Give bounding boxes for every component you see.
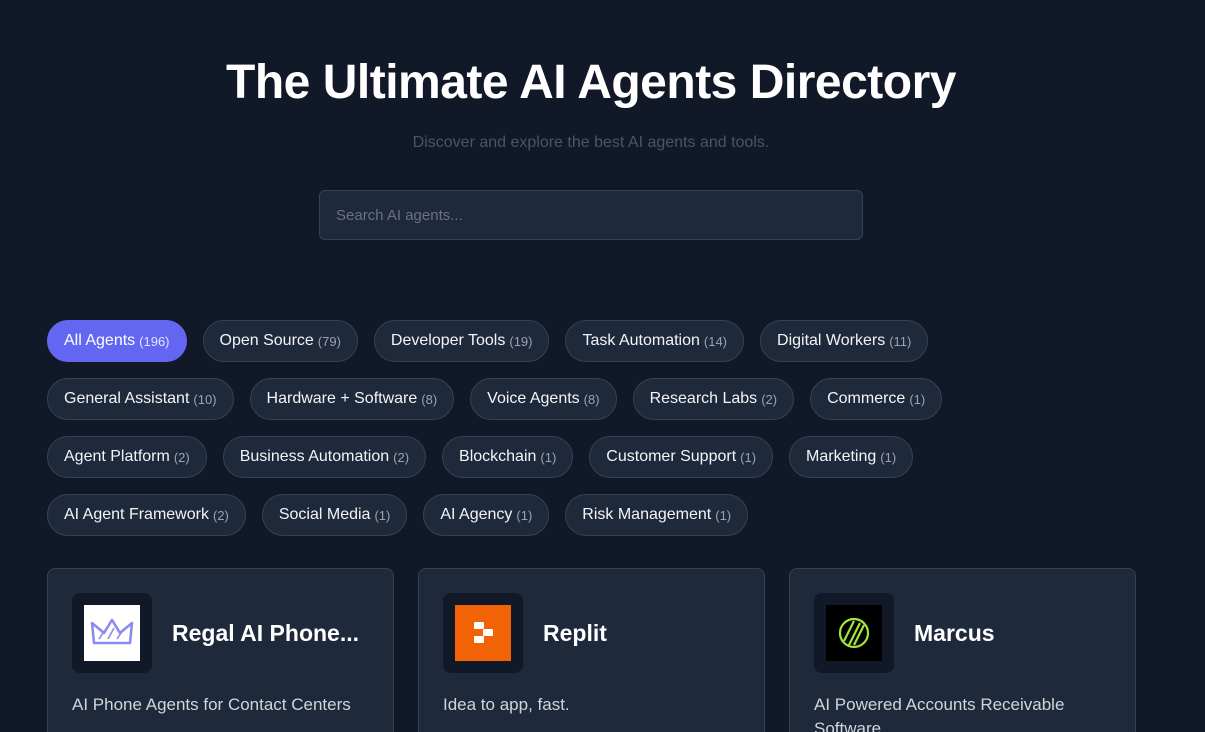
chip-count: (2) xyxy=(393,449,410,465)
agent-name: Regal AI Phone... xyxy=(172,619,360,646)
category-chip-developer-tools[interactable]: Developer Tools (19) xyxy=(373,320,550,362)
agent-name: Replit xyxy=(543,619,607,646)
chip-label: Hardware + Software xyxy=(266,390,418,407)
chip-count: (8) xyxy=(583,391,600,407)
chip-count: (2) xyxy=(761,391,778,407)
agent-description: AI Powered Accounts Receivable Software xyxy=(814,695,1065,732)
chip-label: Customer Support xyxy=(606,448,737,465)
agent-cards: Regal AI Phone... AI Phone Agents for Co… xyxy=(47,568,1136,732)
chip-label: Developer Tools xyxy=(390,332,506,349)
category-chip-ai-agent-framework[interactable]: AI Agent Framework (2) xyxy=(47,494,246,536)
card-header: Marcus xyxy=(814,593,1111,673)
chip-label: Risk Management xyxy=(582,506,712,523)
category-row: General Assistant (10) Hardware + Softwar… xyxy=(47,378,1147,420)
chip-label: Social Media xyxy=(278,506,371,523)
chip-label: AI Agent Framework xyxy=(64,506,209,523)
category-chip-open-source[interactable]: Open Source (79) xyxy=(202,320,358,362)
chip-label: Business Automation xyxy=(239,448,390,465)
card-header: Regal AI Phone... xyxy=(72,593,369,673)
search-input[interactable] xyxy=(319,190,863,240)
chip-label: Digital Workers xyxy=(777,332,886,349)
chip-count: (19) xyxy=(509,333,533,349)
category-row: AI Agent Framework (2) Social Media (1) AI… xyxy=(47,494,1147,536)
category-chip-marketing[interactable]: Marketing (1) xyxy=(789,436,914,478)
replit-logo-icon xyxy=(455,605,511,661)
category-row: All Agents (196) Open Source (79) Develope… xyxy=(47,320,1147,362)
category-chip-agent-platform[interactable]: Agent Platform (2) xyxy=(47,436,207,478)
chip-count: (79) xyxy=(317,333,341,349)
category-chip-all-agents[interactable]: All Agents (196) xyxy=(47,320,187,362)
agent-logo xyxy=(72,593,152,673)
agent-card-regal[interactable]: Regal AI Phone... AI Phone Agents for Co… xyxy=(47,568,394,732)
page-subtitle: Discover and explore the best AI agents … xyxy=(412,134,770,151)
chip-count: (1) xyxy=(516,507,533,523)
chip-count: (196) xyxy=(139,333,170,349)
chip-label: All Agents xyxy=(64,332,136,349)
agent-name: Marcus xyxy=(914,619,995,646)
chip-count: (1) xyxy=(880,449,897,465)
category-chip-digital-workers[interactable]: Digital Workers (11) xyxy=(760,320,929,362)
category-chip-social-media[interactable]: Social Media (1) xyxy=(261,494,408,536)
marcus-logo-icon xyxy=(826,605,882,661)
crown-icon xyxy=(84,605,140,661)
page-title: The Ultimate AI Agents Directory xyxy=(226,56,956,109)
category-chip-business-automation[interactable]: Business Automation (2) xyxy=(222,436,427,478)
chip-count: (11) xyxy=(889,333,912,349)
chip-label: AI Agency xyxy=(440,506,513,523)
chip-count: (1) xyxy=(540,449,557,465)
chip-count: (10) xyxy=(193,391,217,407)
chip-label: Open Source xyxy=(219,332,314,349)
chip-count: (1) xyxy=(374,507,391,523)
chip-count: (14) xyxy=(703,333,728,349)
chip-label: Agent Platform xyxy=(64,448,170,465)
chip-label: Task Automation xyxy=(582,332,700,349)
category-filters: All Agents (196) Open Source (79) Develope… xyxy=(47,320,1147,552)
chip-count: (1) xyxy=(715,507,732,523)
category-chip-customer-support[interactable]: Customer Support (1) xyxy=(589,436,774,478)
category-row: Agent Platform (2) Business Automation (2)… xyxy=(47,436,1147,478)
agent-description: Idea to app, fast. xyxy=(443,695,570,714)
chip-label: Voice Agents xyxy=(487,390,580,407)
category-chip-general-assistant[interactable]: General Assistant (10) xyxy=(47,378,234,420)
chip-count: (2) xyxy=(173,449,190,465)
category-chip-voice-agents[interactable]: Voice Agents (8) xyxy=(470,378,617,420)
agent-logo xyxy=(443,593,523,673)
category-chip-task-automation[interactable]: Task Automation (14) xyxy=(565,320,745,362)
agent-card-replit[interactable]: Replit Idea to app, fast. xyxy=(418,568,765,732)
card-header: Replit xyxy=(443,593,740,673)
chip-count: (2) xyxy=(212,507,229,523)
chip-label: Commerce xyxy=(827,390,906,407)
chip-count: (1) xyxy=(909,391,926,407)
category-chip-risk-management[interactable]: Risk Management (1) xyxy=(565,494,749,536)
category-chip-commerce[interactable]: Commerce (1) xyxy=(810,378,943,420)
agent-description: AI Phone Agents for Contact Centers xyxy=(72,695,351,714)
chip-label: General Assistant xyxy=(64,390,190,407)
category-chip-ai-agency[interactable]: AI Agency (1) xyxy=(423,494,550,536)
chip-label: Marketing xyxy=(806,448,877,465)
chip-label: Blockchain xyxy=(459,448,537,465)
chip-label: Research Labs xyxy=(649,390,758,407)
agent-logo xyxy=(814,593,894,673)
directory-page: The Ultimate AI Agents Directory Discove… xyxy=(0,0,1205,732)
chip-count: (8) xyxy=(421,391,438,407)
category-chip-hardware-software[interactable]: Hardware + Software (8) xyxy=(249,378,455,420)
category-chip-blockchain[interactable]: Blockchain (1) xyxy=(442,436,574,478)
chip-count: (1) xyxy=(740,449,757,465)
agent-card-marcus[interactable]: Marcus AI Powered Accounts Receivable So… xyxy=(789,568,1136,732)
category-chip-research-labs[interactable]: Research Labs (2) xyxy=(632,378,795,420)
